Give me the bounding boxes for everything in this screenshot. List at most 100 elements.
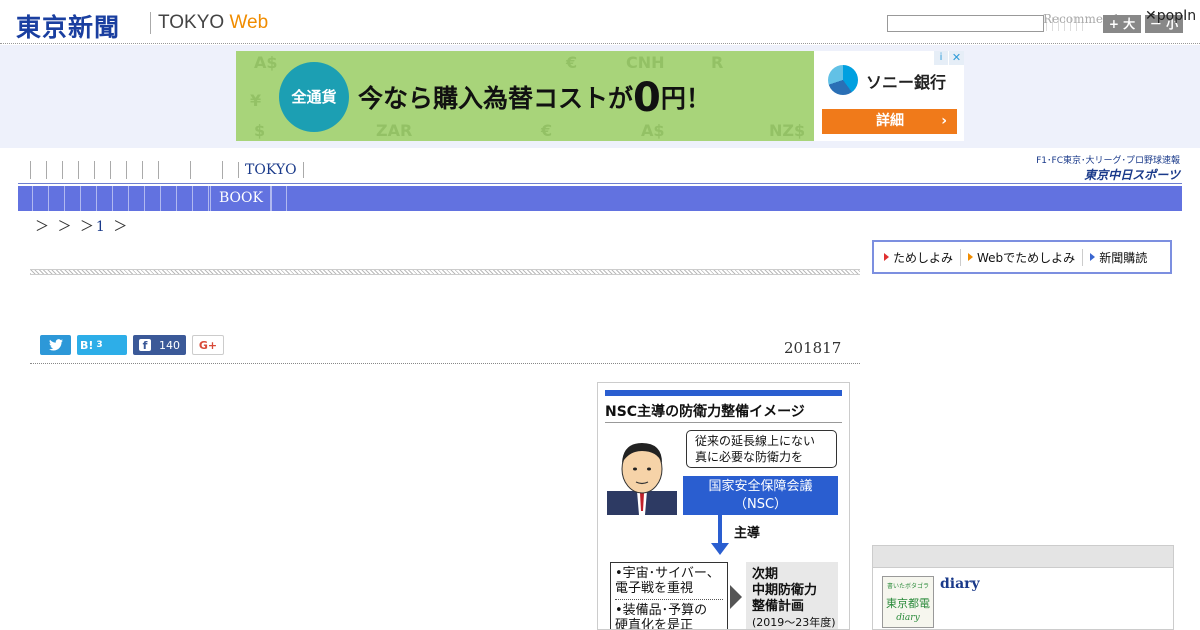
search-input[interactable]	[887, 15, 1044, 32]
trial-read-link[interactable]: ためしよみ	[884, 248, 962, 266]
figure-title-rule	[605, 422, 842, 423]
section-nav: TOKYO	[30, 160, 304, 180]
category-nav-items-right[interactable]	[270, 186, 302, 211]
ad-bg-symbol: CNH	[626, 53, 665, 72]
hatena-bookmark-button[interactable]: B! 3	[77, 335, 127, 355]
breadcrumb: ＞ ＞ ＞1 ＞	[35, 216, 129, 236]
facebook-icon: f	[139, 339, 151, 352]
diary-widget-header	[873, 546, 1173, 568]
site-logo[interactable]: 東京新聞	[16, 8, 120, 44]
category-nav-items[interactable]	[32, 186, 212, 211]
ad-main-panel[interactable]: A$ ¥ CNH R $ ZAR € A$ NZ$ € 全通貨 今なら購入為替コ…	[236, 51, 814, 141]
nav-item[interactable]	[46, 161, 62, 179]
nav-item[interactable]	[78, 161, 94, 179]
nsc-line2: （NSC）	[733, 497, 788, 512]
ad-bg-symbol: ¥	[250, 91, 262, 110]
ad-bg-symbol: ZAR	[376, 121, 413, 140]
bubble-line1: 従来の延長線上にない	[695, 434, 816, 448]
figure-accent-bar	[605, 390, 842, 396]
nav-item[interactable]	[222, 161, 238, 179]
breadcrumb-page[interactable]: 1	[96, 219, 107, 235]
logo-divider	[150, 12, 151, 34]
plan-line3: 整備計画	[752, 599, 805, 614]
google-plus-share-button[interactable]: G+	[192, 335, 224, 355]
ad-headline-tail: 円！	[660, 84, 711, 113]
ad-info-icon[interactable]: i	[934, 51, 948, 65]
diary-thumb-line1: 書いたボタゴラ	[886, 583, 929, 590]
plan-line1: 次期	[752, 567, 779, 582]
figure-speech-bubble: 従来の延長線上にない 真に必要な防衛力を	[686, 430, 837, 468]
font-large-button[interactable]: + 大	[1103, 15, 1141, 33]
nav-item[interactable]	[110, 161, 126, 179]
tokyo-web-logo-web: Web	[229, 12, 269, 33]
ad-bg-symbol: $	[254, 121, 266, 140]
figure-item1-line1: •宇宙･サイバー、	[615, 566, 720, 581]
ad-bg-symbol: A$	[254, 53, 278, 72]
tokyo-web-logo[interactable]: TOKYO Web	[158, 12, 268, 34]
figure-item2-line1: •装備品･予算の	[615, 603, 708, 618]
triangle-right-icon	[1090, 253, 1096, 261]
category-nav-book[interactable]: BOOK	[210, 186, 272, 211]
diary-thumbnail[interactable]: 書いたボタゴラ 東京都電 diary	[882, 576, 934, 628]
sony-bank-logo-icon	[828, 65, 858, 95]
ad-bg-symbol: R	[711, 53, 724, 72]
tokyo-web-logo-tokyo: TOKYO	[158, 12, 225, 33]
nav-item[interactable]	[62, 161, 78, 179]
diary-thumb-line2: 東京都電	[886, 597, 930, 610]
figure-item2-line2: 硬直化を是正	[615, 618, 694, 630]
triangle-right-icon	[884, 253, 889, 261]
ad-headline: 今なら購入為替コストが0円！	[358, 75, 711, 121]
ad-headline-text: 今なら購入為替コストが	[358, 84, 634, 113]
ad-all-currency-badge: 全通貨	[279, 62, 349, 132]
figure-item1-line2: 電子戦を重視	[615, 581, 694, 596]
figure-item-divider	[615, 599, 723, 600]
nav-item-tokyo[interactable]: TOKYO	[238, 162, 304, 178]
diary-widget: 書いたボタゴラ 東京都電 diary diary	[872, 545, 1174, 630]
article-divider	[30, 363, 860, 364]
title-divider	[30, 269, 860, 275]
ad-bg-symbol: €	[566, 53, 578, 72]
page: 東京新聞 TOKYO Web Recommend0 + 大 － 小 ✕popIn…	[0, 0, 1200, 630]
banner-ad[interactable]: A$ ¥ CNH R $ ZAR € A$ NZ$ € 全通貨 今なら購入為替コ…	[236, 51, 964, 141]
nav-divider	[18, 183, 1182, 184]
chunichi-sports-link[interactable]: F1･FC東京･大リーグ･プロ野球速報 東京中日スポーツ	[1022, 153, 1180, 182]
figure-plan-box: 次期 中期防衛力 整備計画 (2019～23年度)	[746, 562, 838, 629]
figure-nsc-box: 国家安全保障会議 （NSC）	[683, 476, 838, 515]
nav-item[interactable]	[190, 161, 222, 179]
subscribe-label: 新聞購読	[1099, 250, 1148, 265]
nav-item[interactable]	[158, 161, 190, 179]
subscribe-box: ためしよみ Webでためしよみ 新聞購読	[872, 240, 1172, 274]
trial-read-label: ためしよみ	[893, 250, 954, 265]
nav-item[interactable]	[94, 161, 110, 179]
nsc-line1: 国家安全保障会議	[708, 479, 813, 494]
ad-detail-button[interactable]: 詳細 ›	[822, 109, 957, 134]
bubble-line2: 真に必要な防衛力を	[695, 450, 804, 464]
chunichi-tagline: F1･FC東京･大リーグ･プロ野球速報	[1036, 156, 1180, 166]
nav-item[interactable]	[30, 161, 46, 179]
facebook-share-button[interactable]: f 140	[133, 335, 186, 355]
hatena-count: 3	[96, 340, 103, 350]
chevron-right-icon: ›	[941, 113, 947, 129]
diary-thumb-line3: diary	[896, 613, 920, 623]
figure-items-box: •宇宙･サイバー、 電子戦を重視 •装備品･予算の 硬直化を是正	[610, 562, 728, 630]
nav-item[interactable]	[126, 161, 142, 179]
ad-bg-symbol: NZ$	[769, 121, 806, 140]
ad-close-icon[interactable]: ✕	[949, 51, 964, 65]
chunichi-logo: 東京中日スポーツ	[1084, 168, 1180, 182]
article-figure[interactable]: NSC主導の防衛力整備イメージ 従来の延長線上にない 真に必要な防衛力を 国家安…	[597, 382, 850, 630]
diary-title-link[interactable]: diary	[940, 576, 980, 592]
nav-item[interactable]	[142, 161, 158, 179]
ad-headline-zero: 0	[633, 75, 661, 121]
figure-lead-label: 主導	[734, 526, 761, 541]
breadcrumb-prefix[interactable]: ＞ ＞ ＞	[35, 219, 96, 235]
subscribe-link[interactable]: 新聞購読	[1090, 249, 1154, 266]
hatena-label: B!	[80, 338, 94, 352]
arrow-right-icon	[730, 585, 742, 609]
popin-close-link[interactable]: ✕popIn	[1145, 8, 1196, 24]
web-trial-read-link[interactable]: Webでためしよみ	[968, 248, 1084, 266]
facebook-count: 140	[159, 338, 180, 352]
category-nav: BOOK	[18, 186, 1182, 211]
pm-illustration-icon	[607, 443, 677, 515]
web-trial-read-label: Webでためしよみ	[977, 250, 1076, 265]
twitter-share-button[interactable]	[40, 335, 71, 355]
